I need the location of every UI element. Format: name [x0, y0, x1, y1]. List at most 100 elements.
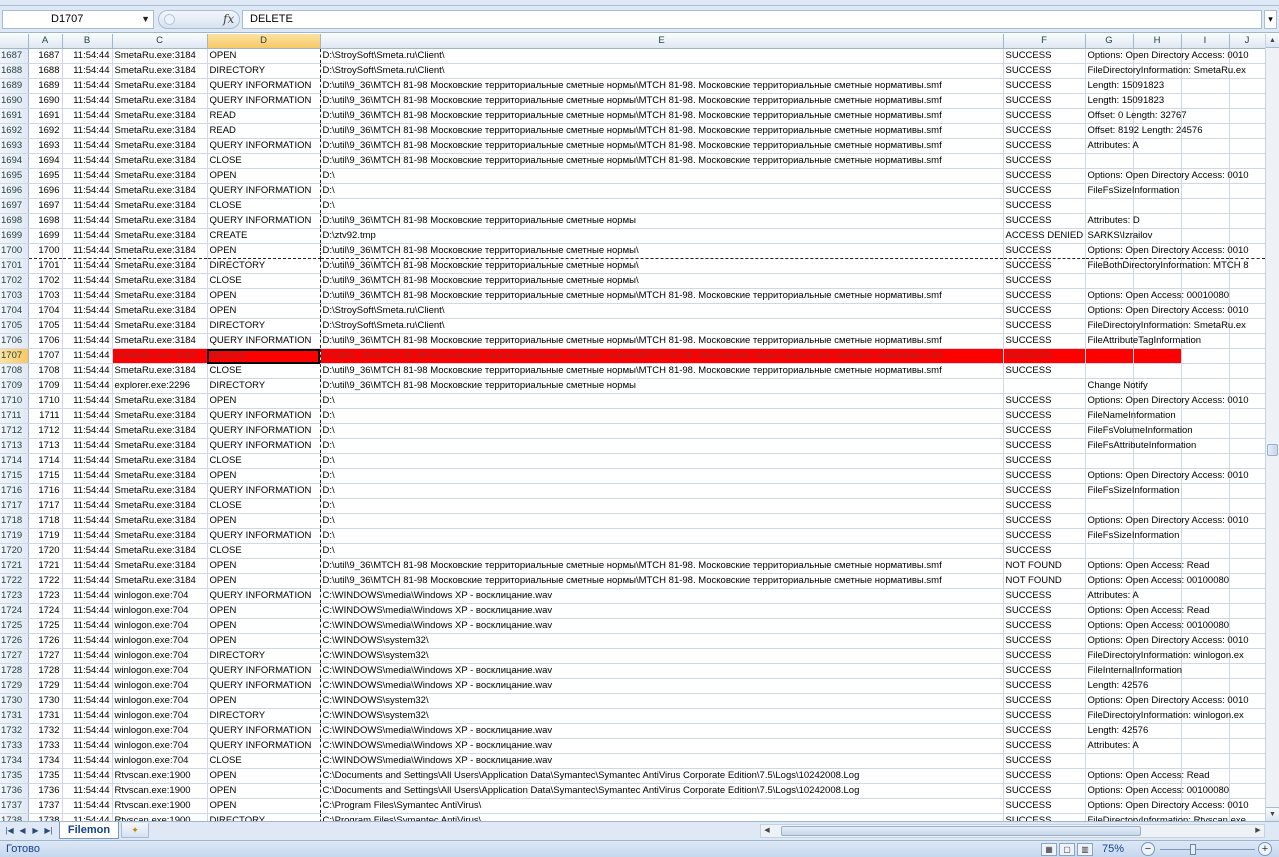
- cell-c[interactable]: SmetaRu.exe:3184: [112, 153, 208, 169]
- cell-c[interactable]: SmetaRu.exe:3184: [112, 438, 208, 454]
- cell-c[interactable]: Rtvscan.exe:1900: [112, 813, 208, 821]
- cell-j[interactable]: [1229, 108, 1265, 124]
- cell-b[interactable]: 11:54:44: [62, 483, 113, 499]
- row-header[interactable]: 1689: [0, 78, 29, 94]
- cell-h[interactable]: [1133, 363, 1182, 379]
- cell-c[interactable]: SmetaRu.exe:3184: [112, 123, 208, 139]
- cell-f[interactable]: SUCCESS: [1003, 603, 1086, 619]
- cell-g[interactable]: FileDirectoryInformation: SmetaRu.ex: [1085, 63, 1246, 79]
- cell-f[interactable]: SUCCESS: [1003, 618, 1086, 634]
- cell-a[interactable]: 1697: [28, 198, 63, 214]
- column-header-c[interactable]: C: [112, 34, 208, 49]
- cell-e[interactable]: C:\Program Files\Symantec AntiVirus\: [320, 798, 1004, 814]
- cell-a[interactable]: 1714: [28, 453, 63, 469]
- row-header[interactable]: 1727: [0, 648, 29, 664]
- cell-a[interactable]: 1733: [28, 738, 63, 754]
- cell-f[interactable]: SUCCESS: [1003, 333, 1086, 349]
- cell-a[interactable]: 1737: [28, 798, 63, 814]
- cell-h[interactable]: [1133, 453, 1182, 469]
- scroll-up-icon[interactable]: ▲: [1266, 34, 1279, 48]
- cell-i[interactable]: [1181, 678, 1230, 694]
- cell-a[interactable]: 1700: [28, 243, 63, 259]
- cell-a[interactable]: 1707: [28, 348, 63, 364]
- row-header[interactable]: 1713: [0, 438, 29, 454]
- insert-function-button[interactable]: fx: [223, 12, 234, 26]
- cell-a[interactable]: 1696: [28, 183, 63, 199]
- cell-j[interactable]: [1229, 408, 1265, 424]
- cell-c[interactable]: SmetaRu.exe:3184: [112, 333, 208, 349]
- cell-j[interactable]: [1229, 288, 1265, 304]
- cell-b[interactable]: 11:54:44: [62, 288, 113, 304]
- cell-b[interactable]: 11:54:44: [62, 138, 113, 154]
- cell-d[interactable]: DIRECTORY: [207, 708, 321, 724]
- cell-b[interactable]: 11:54:44: [62, 813, 113, 821]
- row-header[interactable]: 1730: [0, 693, 29, 709]
- row-header[interactable]: 1691: [0, 108, 29, 124]
- row-header[interactable]: 1699: [0, 228, 29, 244]
- cell-a[interactable]: 1735: [28, 768, 63, 784]
- row-header[interactable]: 1721: [0, 558, 29, 574]
- cell-j[interactable]: [1229, 423, 1265, 439]
- cell-f[interactable]: SUCCESS: [1003, 63, 1086, 79]
- row-header[interactable]: 1694: [0, 153, 29, 169]
- cell-b[interactable]: 11:54:44: [62, 753, 113, 769]
- cell-f[interactable]: SUCCESS: [1003, 138, 1086, 154]
- cell-f[interactable]: SUCCESS: [1003, 783, 1086, 799]
- cell-c[interactable]: SmetaRu.exe:3184: [112, 558, 208, 574]
- cell-g[interactable]: Options: Open Directory Access: 0010: [1085, 243, 1249, 259]
- cell-e[interactable]: D:\: [320, 498, 1004, 514]
- cell-e[interactable]: D:\: [320, 198, 1004, 214]
- cell-b[interactable]: 11:54:44: [62, 408, 113, 424]
- cell-c[interactable]: explorer.exe:2296: [112, 378, 208, 394]
- cell-f[interactable]: SUCCESS: [1003, 813, 1086, 821]
- cell-a[interactable]: 1715: [28, 468, 63, 484]
- cell-g[interactable]: [1085, 498, 1134, 514]
- cell-b[interactable]: 11:54:44: [62, 558, 113, 574]
- cell-e[interactable]: D:\ztv92.tmp: [320, 228, 1004, 244]
- cell-a[interactable]: 1720: [28, 543, 63, 559]
- cell-c[interactable]: winlogon.exe:704: [112, 648, 208, 664]
- cell-f[interactable]: NOT FOUND: [1003, 558, 1086, 574]
- row-header[interactable]: 1701: [0, 258, 29, 274]
- row-header[interactable]: 1729: [0, 678, 29, 694]
- cell-j[interactable]: [1229, 198, 1265, 214]
- row-header[interactable]: 1688: [0, 63, 29, 79]
- cell-a[interactable]: 1709: [28, 378, 63, 394]
- cell-e[interactable]: D:\util\9_36\МТСН 81-98 Московские терри…: [320, 243, 1004, 259]
- cell-a[interactable]: 1728: [28, 663, 63, 679]
- cell-j[interactable]: [1229, 753, 1265, 769]
- expand-formula-bar-button[interactable]: ▾: [1264, 10, 1277, 29]
- cell-j[interactable]: [1229, 453, 1265, 469]
- cell-g[interactable]: [1085, 153, 1134, 169]
- cell-d[interactable]: QUERY INFORMATION: [207, 183, 321, 199]
- sheet-tab-filemon[interactable]: Filemon: [59, 822, 119, 839]
- cell-a[interactable]: 1716: [28, 483, 63, 499]
- cell-g[interactable]: Options: Open Directory Access: 0010: [1085, 168, 1249, 184]
- cell-f[interactable]: SUCCESS: [1003, 213, 1086, 229]
- vertical-scrollbar[interactable]: ▲ ▼: [1265, 34, 1279, 821]
- cell-d[interactable]: QUERY INFORMATION: [207, 78, 321, 94]
- row-header[interactable]: 1731: [0, 708, 29, 724]
- cell-c[interactable]: winlogon.exe:704: [112, 693, 208, 709]
- cell-b[interactable]: 11:54:44: [62, 693, 113, 709]
- cell-e[interactable]: D:\StroySoft\Smeta.ru\Client\: [320, 303, 1004, 319]
- cell-b[interactable]: 11:54:44: [62, 798, 113, 814]
- cell-i[interactable]: [1181, 108, 1230, 124]
- cell-c[interactable]: SmetaRu.exe:3184: [112, 63, 208, 79]
- cell-a[interactable]: 1729: [28, 678, 63, 694]
- cell-d[interactable]: QUERY INFORMATION: [207, 408, 321, 424]
- cell-g[interactable]: Options: Open Access: 00010080: [1085, 288, 1229, 304]
- cell-c[interactable]: SmetaRu.exe:3184: [112, 543, 208, 559]
- cell-a[interactable]: 1687: [28, 48, 63, 64]
- column-header-a[interactable]: A: [28, 34, 63, 49]
- normal-view-icon[interactable]: ▦: [1041, 843, 1057, 856]
- cell-g[interactable]: Offset: 0 Length: 32767: [1085, 108, 1187, 124]
- cell-g[interactable]: FileFsSizeInformation: [1085, 483, 1179, 499]
- cell-i[interactable]: [1181, 723, 1230, 739]
- cell-a[interactable]: 1693: [28, 138, 63, 154]
- cell-d[interactable]: OPEN: [207, 393, 321, 409]
- cell-f[interactable]: SUCCESS: [1003, 663, 1086, 679]
- cell-f[interactable]: SUCCESS: [1003, 258, 1086, 274]
- zoom-level[interactable]: 75%: [1102, 843, 1124, 855]
- row-header[interactable]: 1734: [0, 753, 29, 769]
